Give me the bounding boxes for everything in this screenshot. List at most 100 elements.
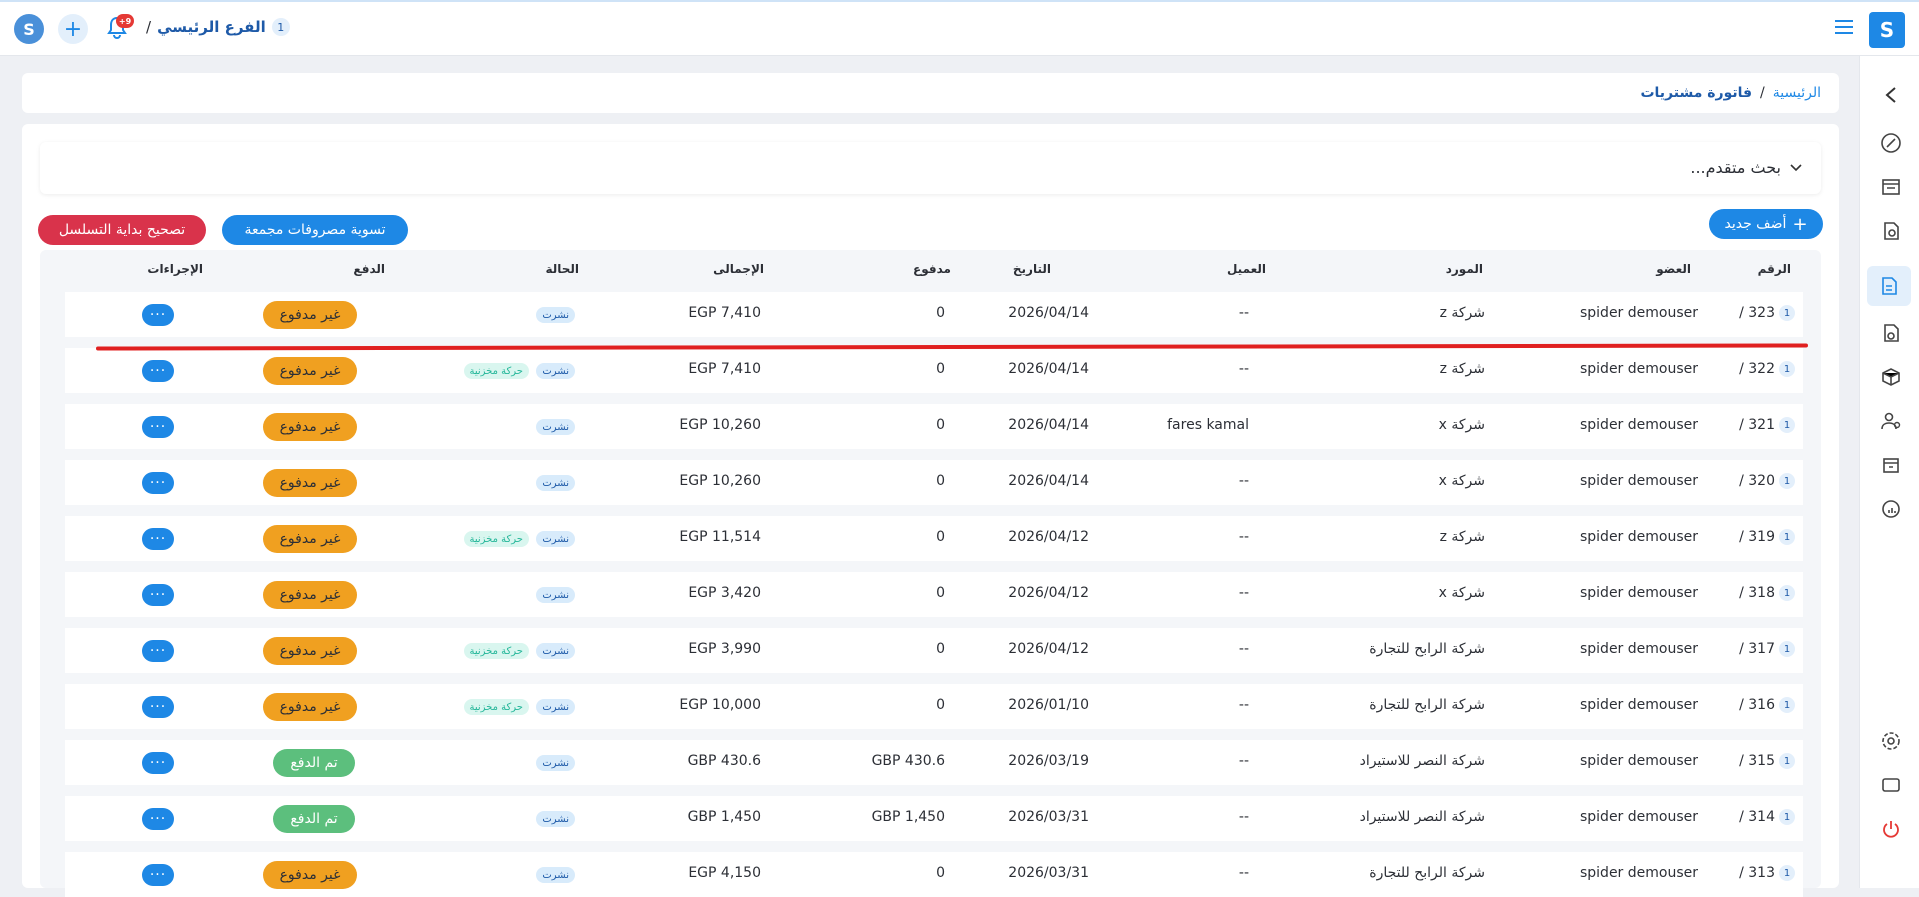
menu-toggle-icon[interactable] xyxy=(1835,20,1853,34)
branch-badge: 1 xyxy=(1779,753,1795,769)
invoice-number[interactable]: 1 315 / xyxy=(1739,753,1795,769)
delivery-box-icon[interactable] xyxy=(1878,364,1904,390)
branch-selector[interactable]: 1 الفرع الرئيسي / xyxy=(146,18,290,36)
reports-chart-icon[interactable] xyxy=(1878,496,1904,522)
invoice-number[interactable]: 1 318 / xyxy=(1739,585,1795,601)
col-supplier[interactable]: المورد xyxy=(1446,262,1483,276)
invoice-number[interactable]: 1 313 / xyxy=(1739,865,1795,881)
screen-icon[interactable] xyxy=(1878,772,1904,798)
table-row[interactable]: 1 320 / spider demouser شركة x -- 2026/04/14 0… xyxy=(65,460,1803,505)
supplier-cell: شركة النصر للاستيراد xyxy=(1359,809,1485,825)
table-row[interactable]: 1 316 / spider demouser شركة الرابح للتجارة… xyxy=(65,684,1803,729)
invoice-number[interactable]: 1 321 / xyxy=(1739,417,1795,433)
main-panel: بحث متقدم... + أضف جديد تسوية مصروفات مج… xyxy=(22,124,1839,897)
table-row[interactable]: 1 318 / spider demouser شركة x -- 2026/04/12 0… xyxy=(65,572,1803,617)
row-actions-button[interactable]: ··· xyxy=(142,640,174,662)
search-document-icon[interactable] xyxy=(1878,218,1904,244)
row-actions-button[interactable]: ··· xyxy=(142,472,174,494)
stock-movement-tag: حركة مخزنية xyxy=(463,699,529,715)
total-cell: EGP 10,260 xyxy=(679,417,761,433)
row-actions-button[interactable]: ··· xyxy=(142,528,174,550)
table-row[interactable]: 1 322 / spider demouser شركة z -- 2026/04/14 0… xyxy=(65,348,1803,393)
client-cell: -- xyxy=(1238,641,1249,657)
branch-name: الفرع الرئيسي xyxy=(157,18,266,36)
paid-cell: 0 xyxy=(936,473,945,489)
invoice-number[interactable]: 1 320 / xyxy=(1739,473,1795,489)
add-new-label: أضف جديد xyxy=(1724,216,1787,232)
users-settings-icon[interactable] xyxy=(1878,408,1904,434)
table-row[interactable]: 1 314 / spider demouser شركة النصر للاستيرا… xyxy=(65,796,1803,841)
invoice-number-text: 316 / xyxy=(1739,697,1775,713)
advanced-search-toggle[interactable]: بحث متقدم... xyxy=(1690,158,1803,177)
invoice-number-text: 314 / xyxy=(1739,809,1775,825)
table-row[interactable]: 1 323 / spider demouser شركة z -- 2026/04/14 0… xyxy=(65,292,1803,337)
row-actions-button[interactable]: ··· xyxy=(142,864,174,886)
table-row[interactable]: 1 317 / spider demouser شركة الرابح للتجارة… xyxy=(65,628,1803,673)
date-cell: 2026/01/10 xyxy=(1008,697,1089,713)
supplier-cell: شركة x xyxy=(1438,473,1485,489)
advanced-search-panel[interactable]: بحث متقدم... xyxy=(40,142,1821,194)
payment-status-unpaid[interactable]: غير مدفوع xyxy=(263,693,357,721)
member-cell: spider demouser xyxy=(1579,473,1698,489)
payment-status-paid[interactable]: تم الدفع xyxy=(273,749,355,777)
fix-sequence-button[interactable]: تصحيح بداية التسلسل xyxy=(38,215,206,245)
row-actions-button[interactable]: ··· xyxy=(142,752,174,774)
table-row[interactable]: 1 321 / spider demouser شركة x fares kamal 20… xyxy=(65,404,1803,449)
published-tag: نشرت xyxy=(536,419,575,435)
add-new-button[interactable]: + أضف جديد xyxy=(1709,209,1823,239)
brand-logo-icon[interactable]: S xyxy=(1869,12,1905,48)
invoice-number[interactable]: 1 323 / xyxy=(1739,305,1795,321)
date-cell: 2026/04/12 xyxy=(1008,641,1089,657)
purchase-invoice-icon[interactable] xyxy=(1867,266,1911,306)
row-actions-button[interactable]: ··· xyxy=(142,304,174,326)
col-client[interactable]: العميل xyxy=(1227,262,1266,276)
payment-status-unpaid[interactable]: غير مدفوع xyxy=(263,637,357,665)
payment-status-unpaid[interactable]: غير مدفوع xyxy=(263,581,357,609)
dashboard-icon[interactable] xyxy=(1878,130,1904,156)
invoice-number[interactable]: 1 319 / xyxy=(1739,529,1795,545)
col-date[interactable]: التاريخ xyxy=(1013,262,1051,276)
inventory-box-icon[interactable] xyxy=(1878,452,1904,478)
payment-status-unpaid[interactable]: غير مدفوع xyxy=(263,357,357,385)
member-cell: spider demouser xyxy=(1579,417,1698,433)
row-actions-button[interactable]: ··· xyxy=(142,696,174,718)
payment-status-unpaid[interactable]: غير مدفوع xyxy=(263,469,357,497)
collapse-chevron-icon[interactable] xyxy=(1878,82,1904,108)
breadcrumb: الرئيسية / فاتورة مشتريات xyxy=(1640,85,1821,101)
payment-status-unpaid[interactable]: غير مدفوع xyxy=(263,525,357,553)
col-payment[interactable]: الدفع xyxy=(353,262,385,276)
store-icon[interactable] xyxy=(1878,174,1904,200)
payment-status-unpaid[interactable]: غير مدفوع xyxy=(263,861,357,889)
col-paid[interactable]: مدفوع xyxy=(913,262,951,276)
quick-add-button[interactable]: + xyxy=(58,14,88,44)
power-logout-icon[interactable] xyxy=(1878,816,1904,842)
payment-status-paid[interactable]: تم الدفع xyxy=(273,805,355,833)
branch-badge: 1 xyxy=(1779,641,1795,657)
row-actions-button[interactable]: ··· xyxy=(142,416,174,438)
settings-gear-icon[interactable] xyxy=(1878,728,1904,754)
payment-status-unpaid[interactable]: غير مدفوع xyxy=(263,413,357,441)
row-actions-button[interactable]: ··· xyxy=(142,360,174,382)
breadcrumb-home-link[interactable]: الرئيسية xyxy=(1773,85,1821,101)
app-logo-icon[interactable]: S xyxy=(14,14,44,44)
payment-status-unpaid[interactable]: غير مدفوع xyxy=(263,301,357,329)
settle-expenses-button[interactable]: تسوية مصروفات مجمعة xyxy=(222,215,408,245)
col-member[interactable]: العضو xyxy=(1656,262,1691,276)
table-row[interactable]: 1 319 / spider demouser شركة z -- 2026/04/12 0… xyxy=(65,516,1803,561)
invoice-number[interactable]: 1 317 / xyxy=(1739,641,1795,657)
total-cell: GBP 1,450 xyxy=(687,809,761,825)
returns-document-icon[interactable] xyxy=(1878,320,1904,346)
col-total[interactable]: الإجمالى xyxy=(713,262,764,276)
row-actions-button[interactable]: ··· xyxy=(142,584,174,606)
col-number[interactable]: الرقم xyxy=(1758,262,1791,276)
published-tag: نشرت xyxy=(536,307,575,323)
invoice-number[interactable]: 1 314 / xyxy=(1739,809,1795,825)
col-status[interactable]: الحالة xyxy=(545,262,579,276)
table-row[interactable]: 1 313 / spider demouser شركة الرابح للتجارة… xyxy=(65,852,1803,897)
member-cell: spider demouser xyxy=(1579,361,1698,377)
invoice-number[interactable]: 1 316 / xyxy=(1739,697,1795,713)
table-row[interactable]: 1 315 / spider demouser شركة النصر للاستيرا… xyxy=(65,740,1803,785)
invoice-number[interactable]: 1 322 / xyxy=(1739,361,1795,377)
branch-badge: 1 xyxy=(1779,697,1795,713)
row-actions-button[interactable]: ··· xyxy=(142,808,174,830)
